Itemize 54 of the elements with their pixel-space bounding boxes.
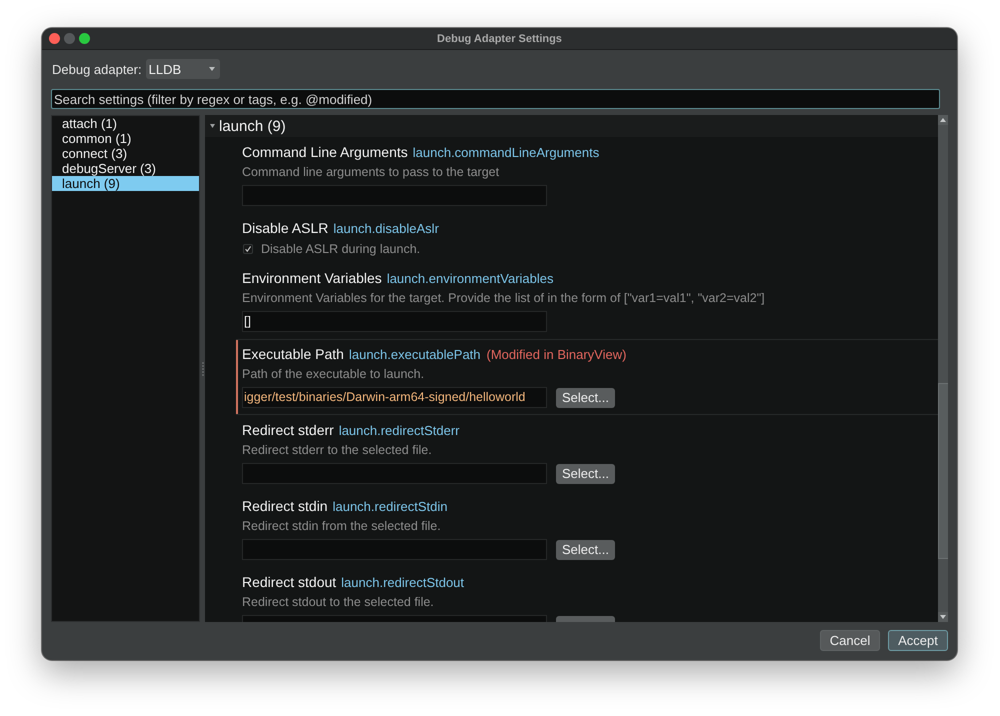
- setting-title: Executable Path: [242, 345, 344, 363]
- setting-title: Redirect stdin: [242, 497, 328, 515]
- text-field[interactable]: []: [242, 311, 547, 332]
- scrollbar-thumb[interactable]: [938, 383, 948, 559]
- close-button[interactable]: [49, 33, 60, 44]
- scrollbar[interactable]: [938, 115, 948, 622]
- setting-key: launch.environmentVariables: [386, 270, 554, 288]
- window-title: Debug Adapter Settings: [437, 32, 562, 44]
- accept-button[interactable]: Accept: [888, 630, 948, 651]
- group-header[interactable]: launch (9): [205, 115, 938, 137]
- path-field[interactable]: [242, 539, 547, 560]
- setting-description: Environment Variables for the target. Provide the list of in the form of ["var1=val1", "var2=val2"]: [242, 290, 765, 307]
- setting-title: Redirect stdout: [242, 573, 336, 591]
- caret-icon[interactable]: [210, 124, 215, 128]
- setting-key: launch.executablePath: [348, 346, 481, 364]
- setting-description: Redirect stderr to the selected file.: [242, 442, 432, 459]
- category-item[interactable]: debugServer (3): [52, 161, 199, 176]
- scroll-up-button[interactable]: [938, 115, 948, 125]
- search-field[interactable]: Search settings (filter by regex or tags, e.g. @modified): [51, 89, 940, 109]
- adapter-dropdown[interactable]: LLDB: [146, 59, 220, 79]
- setting-title: Disable ASLR: [242, 219, 328, 237]
- group-title: launch (9): [219, 118, 286, 134]
- setting-key: launch.redirectStdout: [341, 574, 464, 592]
- setting-key: launch.redirectStderr: [338, 422, 460, 440]
- setting-title: Environment Variables: [242, 269, 382, 287]
- setting-description: Redirect stdin from the selected file.: [242, 518, 441, 535]
- modified-note: (Modified in BinaryView): [486, 346, 626, 364]
- cancel-button[interactable]: Cancel: [820, 630, 880, 651]
- category-item[interactable]: connect (3): [52, 146, 199, 161]
- category-item[interactable]: attach (1): [52, 116, 199, 131]
- category-item[interactable]: common (1): [52, 131, 199, 146]
- setting-title: Redirect stderr: [242, 421, 334, 439]
- adapter-label: Debug adapter:: [52, 62, 142, 76]
- setting-key: launch.disableAslr: [333, 220, 439, 238]
- caret-icon: [208, 67, 215, 71]
- triangle-down-icon: [940, 615, 946, 619]
- select-button[interactable]: Select...: [556, 388, 615, 408]
- checkbox-label: Disable ASLR during launch.: [261, 242, 420, 256]
- select-button[interactable]: Select...: [556, 540, 615, 560]
- triangle-up-icon: [940, 118, 946, 122]
- setting-description: Path of the executable to launch.: [242, 366, 424, 383]
- zoom-button[interactable]: [79, 33, 90, 44]
- category-item[interactable]: launch (9): [52, 176, 199, 191]
- setting-title: Command Line Arguments: [242, 143, 408, 161]
- setting-description: Redirect stdout to the selected file.: [242, 594, 434, 611]
- setting-description: Command line arguments to pass to the target: [242, 164, 500, 181]
- path-field[interactable]: igger/test/binaries/Darwin-arm64-signed/helloworld: [242, 387, 547, 408]
- checkbox[interactable]: [243, 244, 253, 254]
- text-field[interactable]: [242, 185, 547, 206]
- setting-key: launch.commandLineArguments: [412, 144, 600, 162]
- select-button[interactable]: Select...: [556, 464, 615, 484]
- path-field[interactable]: [242, 463, 547, 484]
- setting-key: launch.redirectStdin: [332, 498, 448, 516]
- scroll-down-button[interactable]: [938, 612, 948, 622]
